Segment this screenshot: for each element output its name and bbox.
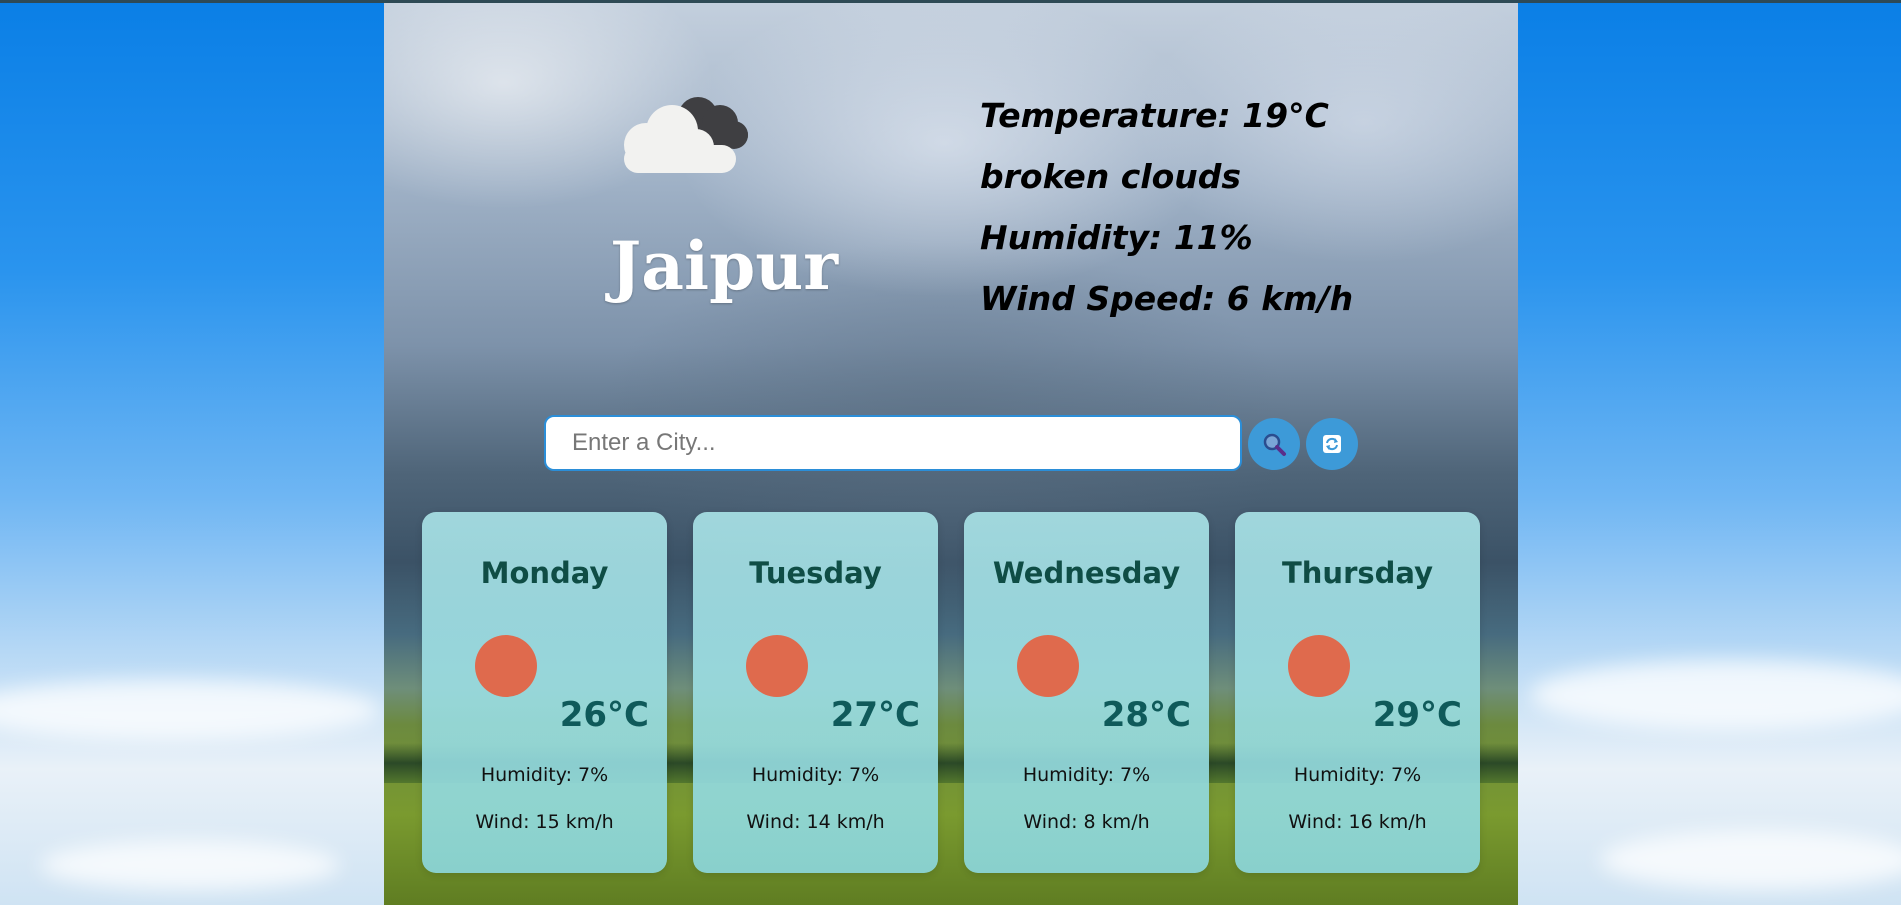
forecast-wind: Wind: 14 km/h	[746, 811, 885, 833]
forecast-humidity: Humidity: 7%	[751, 764, 880, 786]
refresh-icon	[1323, 435, 1341, 453]
search-icon	[1263, 433, 1286, 456]
sun-icon	[1288, 635, 1350, 697]
description-text: broken clouds	[980, 157, 1242, 196]
forecast-temp: 28°C	[1101, 695, 1191, 735]
forecast-card-wednesday: Wednesday 28°C Humidity: 7% Wind: 8 km/h	[964, 512, 1209, 873]
forecast-day: Monday	[480, 556, 609, 590]
forecast-card-tuesday: Tuesday 27°C Humidity: 7% Wind: 14 km/h	[693, 512, 938, 873]
temperature-text: Temperature: 19°C	[980, 96, 1329, 135]
sun-icon	[1017, 635, 1079, 697]
sun-icon	[475, 635, 537, 697]
broken-clouds-icon	[624, 97, 748, 173]
wind-speed-text: Wind Speed: 6 km/h	[980, 279, 1354, 318]
forecast-day: Thursday	[1282, 556, 1433, 590]
forecast-wind: Wind: 16 km/h	[1288, 811, 1427, 833]
forecast-card-monday: Monday 26°C Humidity: 7% Wind: 15 km/h	[422, 512, 667, 873]
sky-cloud	[1600, 830, 1901, 890]
sky-cloud	[1530, 660, 1901, 730]
page-background: Jaipur Temperature: 19°C broken clouds H…	[0, 0, 1901, 905]
sky-cloud	[0, 680, 380, 740]
forecast-wind: Wind: 8 km/h	[1023, 811, 1150, 833]
sky-cloud	[40, 840, 340, 890]
forecast-temp: 29°C	[1372, 695, 1462, 735]
current-conditions: Temperature: 19°C broken clouds Humidity…	[980, 85, 1500, 329]
search-button[interactable]	[1248, 418, 1300, 470]
refresh-button[interactable]	[1306, 418, 1358, 470]
sun-icon	[746, 635, 808, 697]
forecast-humidity: Humidity: 7%	[480, 764, 609, 786]
forecast-wind: Wind: 15 km/h	[475, 811, 614, 833]
forecast-day: Tuesday	[749, 556, 882, 590]
forecast-temp: 26°C	[559, 695, 649, 735]
forecast-humidity: Humidity: 7%	[1293, 764, 1422, 786]
forecast-day: Wednesday	[992, 556, 1181, 590]
city-search-input[interactable]	[544, 415, 1242, 471]
weather-panel: Jaipur Temperature: 19°C broken clouds H…	[384, 3, 1518, 905]
humidity-text: Humidity: 11%	[980, 218, 1253, 257]
forecast-humidity: Humidity: 7%	[1022, 764, 1151, 786]
forecast-card-thursday: Thursday 29°C Humidity: 7% Wind: 16 km/h	[1235, 512, 1480, 873]
city-name: Jaipur	[610, 227, 838, 305]
forecast-temp: 27°C	[830, 695, 920, 735]
